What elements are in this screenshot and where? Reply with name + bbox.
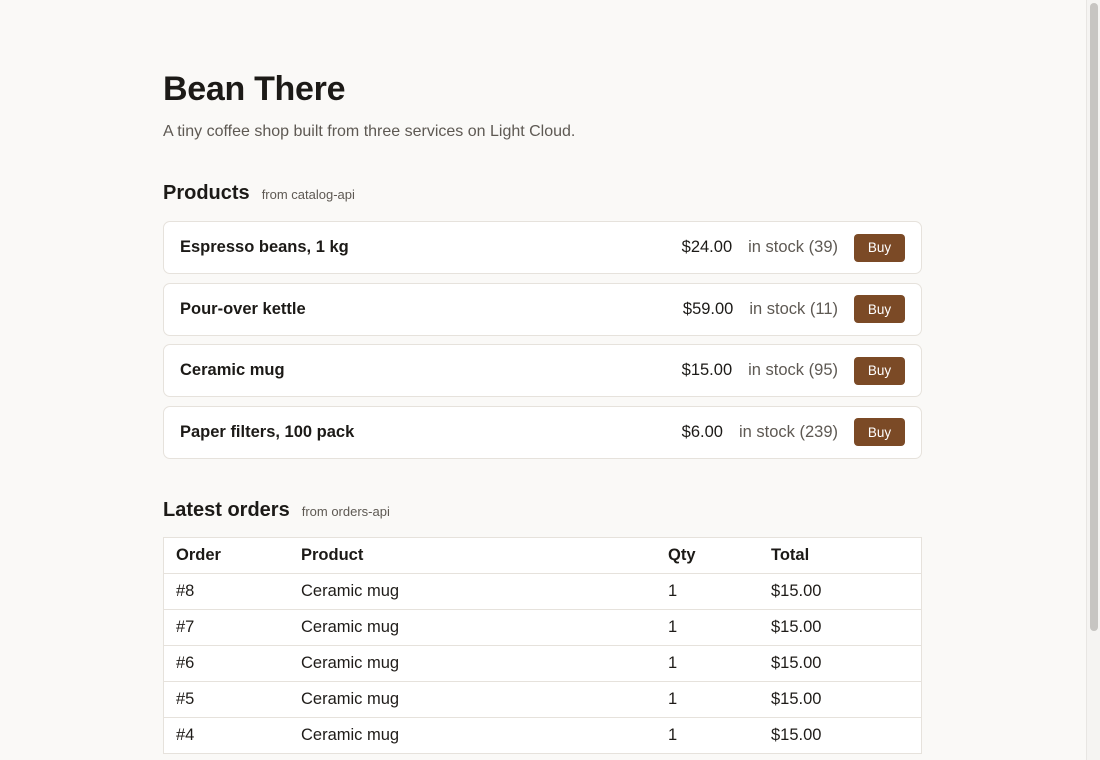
orders-table: Order Product Qty Total #8 Ceramic mug 1… bbox=[163, 537, 922, 754]
buy-button[interactable]: Buy bbox=[854, 233, 905, 262]
product-list: Espresso beans, 1 kg $24.00 in stock (39… bbox=[163, 221, 922, 467]
order-qty-cell: 1 bbox=[668, 582, 678, 600]
product-stock: in stock (11) bbox=[749, 299, 838, 318]
order-product-cell: Ceramic mug bbox=[301, 726, 400, 744]
orders-section-header: Latest orders from orders-api bbox=[163, 499, 390, 522]
order-total-cell: $15.00 bbox=[771, 726, 822, 744]
column-header-order: Order bbox=[176, 546, 221, 564]
page-tagline: A tiny coffee shop built from three serv… bbox=[163, 123, 576, 140]
product-stock: in stock (39) bbox=[748, 238, 838, 256]
order-total-cell: $15.00 bbox=[771, 582, 822, 600]
order-id-cell: #4 bbox=[176, 726, 195, 744]
product-price: $6.00 bbox=[681, 422, 723, 441]
product-price: $59.00 bbox=[682, 299, 734, 318]
order-qty-cell: 1 bbox=[668, 726, 678, 744]
order-total-cell: $15.00 bbox=[771, 690, 822, 708]
product-name: Paper filters, 100 pack bbox=[180, 422, 355, 441]
product-card: Pour-over kettle $59.00 in stock (11) Bu… bbox=[163, 282, 922, 336]
column-header-product: Product bbox=[301, 546, 364, 564]
column-header-total: Total bbox=[771, 546, 810, 564]
order-product-cell: Ceramic mug bbox=[301, 654, 400, 672]
product-price: $24.00 bbox=[681, 238, 733, 256]
order-product-cell: Ceramic mug bbox=[301, 582, 400, 600]
buy-button[interactable]: Buy bbox=[854, 295, 905, 323]
page-title: Bean There bbox=[163, 70, 346, 108]
table-row: #8 Ceramic mug 1 $15.00 bbox=[164, 574, 921, 610]
product-name: Ceramic mug bbox=[180, 361, 285, 379]
orders-heading: Latest orders bbox=[163, 499, 290, 521]
order-qty-cell: 1 bbox=[668, 654, 678, 672]
product-card: Paper filters, 100 pack $6.00 in stock (… bbox=[163, 405, 922, 459]
order-product-cell: Ceramic mug bbox=[301, 618, 400, 636]
products-heading: Products bbox=[163, 182, 250, 204]
order-id-cell: #6 bbox=[176, 654, 195, 672]
table-row: #7 Ceramic mug 1 $15.00 bbox=[164, 610, 921, 646]
page: Bean There A tiny coffee shop built from… bbox=[0, 0, 1100, 760]
orders-table-header: Order Product Qty Total bbox=[164, 538, 921, 574]
product-name: Espresso beans, 1 kg bbox=[180, 238, 349, 256]
product-stock: in stock (239) bbox=[738, 422, 838, 441]
products-section-header: Products from catalog-api bbox=[163, 182, 355, 205]
order-id-cell: #5 bbox=[176, 690, 195, 708]
order-product-cell: Ceramic mug bbox=[301, 690, 400, 708]
order-qty-cell: 1 bbox=[668, 690, 678, 708]
product-card: Espresso beans, 1 kg $24.00 in stock (39… bbox=[163, 221, 922, 274]
vertical-scrollbar[interactable] bbox=[1086, 0, 1100, 760]
table-row: #4 Ceramic mug 1 $15.00 bbox=[164, 718, 921, 754]
order-qty-cell: 1 bbox=[668, 618, 678, 636]
order-total-cell: $15.00 bbox=[771, 654, 822, 672]
buy-button[interactable]: Buy bbox=[854, 418, 905, 446]
products-source-label: from catalog-api bbox=[261, 187, 355, 202]
orders-source-label: from orders-api bbox=[301, 504, 390, 519]
product-name: Pour-over kettle bbox=[180, 299, 306, 318]
column-header-qty: Qty bbox=[668, 546, 696, 564]
order-id-cell: #7 bbox=[176, 618, 195, 636]
table-row: #5 Ceramic mug 1 $15.00 bbox=[164, 682, 921, 718]
order-total-cell: $15.00 bbox=[771, 618, 822, 636]
product-card: Ceramic mug $15.00 in stock (95) Buy bbox=[163, 344, 922, 397]
product-price: $15.00 bbox=[681, 361, 733, 379]
table-row: #6 Ceramic mug 1 $15.00 bbox=[164, 646, 921, 682]
buy-button[interactable]: Buy bbox=[854, 356, 905, 385]
order-id-cell: #8 bbox=[176, 582, 195, 600]
scrollbar-thumb[interactable] bbox=[1090, 3, 1098, 631]
product-stock: in stock (95) bbox=[748, 361, 838, 379]
